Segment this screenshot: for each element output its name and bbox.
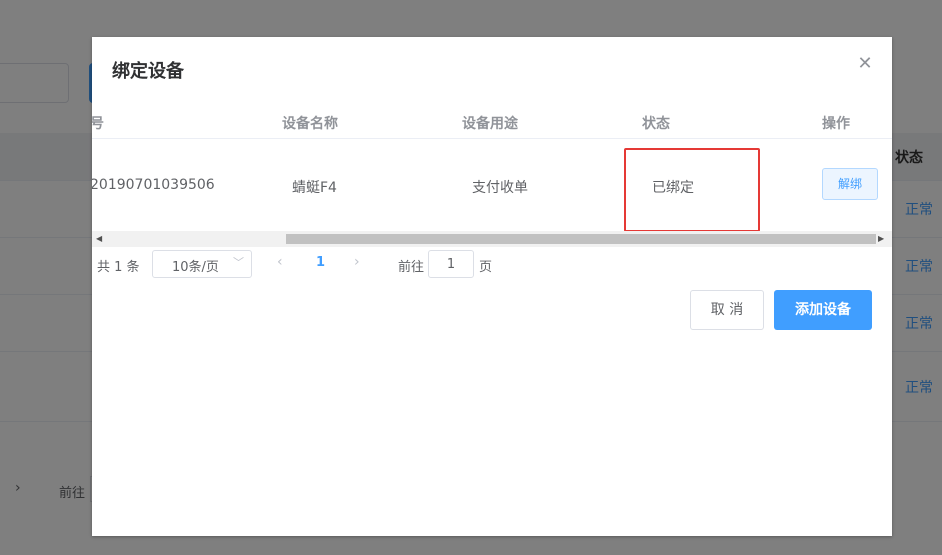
goto-label: 前往 bbox=[398, 260, 425, 275]
horizontal-scrollbar[interactable]: ◀ ▶ bbox=[92, 231, 892, 247]
dialog-title: 绑定设备 bbox=[112, 61, 184, 82]
device-purpose-cell: 支付收单 bbox=[472, 180, 528, 196]
device-status-cell: 已绑定 bbox=[652, 180, 694, 196]
add-device-button[interactable]: 添加设备 bbox=[774, 290, 872, 330]
device-table: 号 设备名称 设备用途 状态 操作 20190701039506 蜻蜓F4 支付… bbox=[92, 94, 892, 249]
current-page-number[interactable]: 1 bbox=[316, 255, 325, 270]
device-id-cell: 20190701039506 bbox=[92, 177, 215, 193]
scroll-right-icon[interactable]: ▶ bbox=[878, 233, 884, 245]
column-header-action: 操作 bbox=[822, 116, 850, 132]
device-name-cell: 蜻蜓F4 bbox=[292, 180, 337, 196]
column-header-name: 设备名称 bbox=[282, 116, 338, 132]
unbind-button[interactable]: 解绑 bbox=[822, 168, 878, 200]
goto-page-input[interactable] bbox=[428, 250, 474, 278]
pagination: 共 1 条 10条/页 ﹀ ‹ 1 › 前往 页 bbox=[92, 250, 892, 278]
next-page-icon[interactable]: › bbox=[354, 254, 360, 270]
page-size-select[interactable]: 10条/页 ﹀ bbox=[152, 250, 252, 278]
column-header-status: 状态 bbox=[642, 116, 670, 132]
page-size-value: 10条/页 bbox=[172, 260, 219, 275]
pagination-total: 共 1 条 bbox=[97, 260, 140, 275]
chevron-down-icon: ﹀ bbox=[233, 256, 244, 269]
cancel-button[interactable]: 取 消 bbox=[690, 290, 764, 330]
prev-page-icon[interactable]: ‹ bbox=[277, 254, 283, 270]
column-header-id: 号 bbox=[92, 116, 104, 132]
header-divider bbox=[92, 138, 892, 139]
column-header-purpose: 设备用途 bbox=[462, 116, 518, 132]
page-label: 页 bbox=[479, 260, 493, 275]
scrollbar-thumb[interactable] bbox=[286, 234, 876, 244]
close-icon[interactable]: ✕ bbox=[856, 55, 874, 73]
bind-device-dialog: 绑定设备 ✕ 号 设备名称 设备用途 状态 操作 20190701039506 … bbox=[92, 37, 892, 536]
scroll-left-icon[interactable]: ◀ bbox=[96, 233, 102, 245]
